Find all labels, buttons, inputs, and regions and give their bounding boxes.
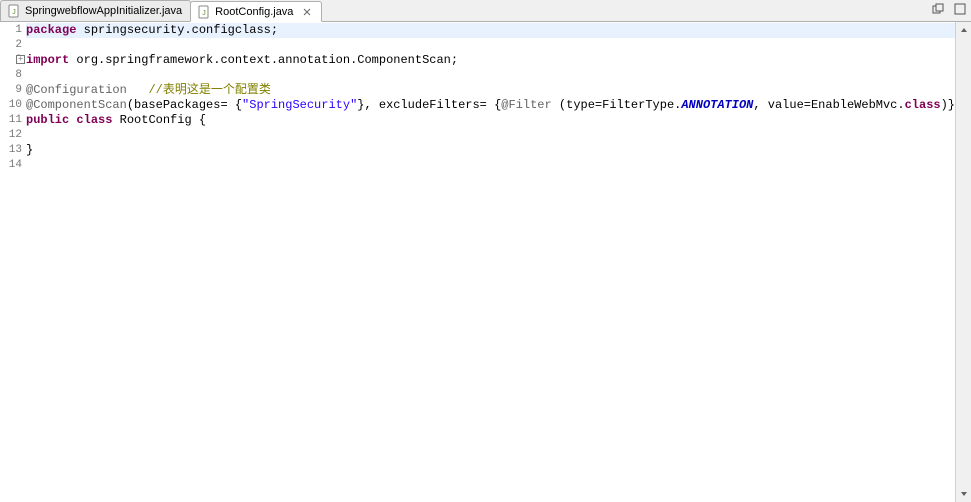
editor-area[interactable]: 1 2 3 + 8 9 10 11 12 13 14 package sprin… [0, 22, 971, 502]
code-line [26, 158, 971, 173]
code-text [127, 83, 149, 97]
code-line: public class RootConfig { [26, 113, 971, 128]
string-literal: "SpringSecurity" [242, 98, 357, 112]
code-line: @Configuration //表明这是一个配置类 [26, 83, 971, 98]
maximize-icon[interactable] [953, 2, 967, 16]
line-number: 11 [0, 113, 26, 128]
svg-text:J: J [202, 10, 206, 17]
code-text: org.springframework.context.annotation.C… [69, 53, 458, 67]
code-text: springsecurity.configclass; [76, 23, 278, 37]
scroll-up-icon[interactable] [956, 22, 971, 38]
line-number: 1 [0, 23, 26, 38]
code-line [26, 38, 971, 53]
code-line: } [26, 143, 971, 158]
code-text: (basePackages= { [127, 98, 242, 112]
code-text: , value=EnableWebMvc. [753, 98, 904, 112]
annotation: @ComponentScan [26, 98, 127, 112]
code-area[interactable]: package springsecurity.configclass; impo… [26, 22, 971, 502]
line-number: 14 [0, 158, 26, 173]
constant: ANNOTATION [681, 98, 753, 112]
line-number: 9 [0, 83, 26, 98]
tab-active[interactable]: J RootConfig.java [190, 1, 322, 22]
line-number: 8 [0, 68, 26, 83]
code-text: }, excludeFilters= { [357, 98, 501, 112]
tab-bar: J SpringwebflowAppInitializer.java J Roo… [0, 0, 971, 22]
annotation: @Configuration [26, 83, 127, 97]
code-line: import org.springframework.context.annot… [26, 53, 971, 68]
restore-icon[interactable] [931, 2, 945, 16]
keyword: public [26, 113, 69, 127]
line-number: 12 [0, 128, 26, 143]
annotation: @Filter [501, 98, 551, 112]
code-line: package springsecurity.configclass; [26, 23, 971, 38]
tab-label: RootConfig.java [215, 6, 293, 18]
keyword: class [905, 98, 941, 112]
svg-text:J: J [12, 9, 16, 16]
editor-container: J SpringwebflowAppInitializer.java J Roo… [0, 0, 971, 502]
java-file-icon: J [197, 5, 211, 19]
line-number: 3 + [0, 53, 26, 68]
line-number: 13 [0, 143, 26, 158]
tabbar-toolbar [931, 2, 967, 16]
brace: { [199, 113, 206, 127]
code-text: (type=FilterType. [552, 98, 682, 112]
vertical-scrollbar[interactable] [955, 22, 971, 502]
close-tab-icon[interactable] [301, 6, 313, 18]
scroll-down-icon[interactable] [956, 486, 971, 502]
tab-label: SpringwebflowAppInitializer.java [25, 5, 182, 17]
line-number: 2 [0, 38, 26, 53]
comment: //表明这是一个配置类 [148, 83, 270, 97]
brace: } [26, 143, 33, 157]
keyword: package [26, 23, 76, 37]
code-line: @ComponentScan(basePackages= {"SpringSec… [26, 98, 971, 113]
line-number: 10 [0, 98, 26, 113]
class-name: RootConfig [112, 113, 198, 127]
keyword: class [76, 113, 112, 127]
fold-expand-icon[interactable]: + [16, 55, 25, 64]
code-line [26, 128, 971, 143]
line-gutter: 1 2 3 + 8 9 10 11 12 13 14 [0, 22, 26, 502]
keyword: import [26, 53, 69, 67]
code-line [26, 68, 971, 83]
java-file-icon: J [7, 4, 21, 18]
tab-inactive[interactable]: J SpringwebflowAppInitializer.java [0, 0, 191, 21]
